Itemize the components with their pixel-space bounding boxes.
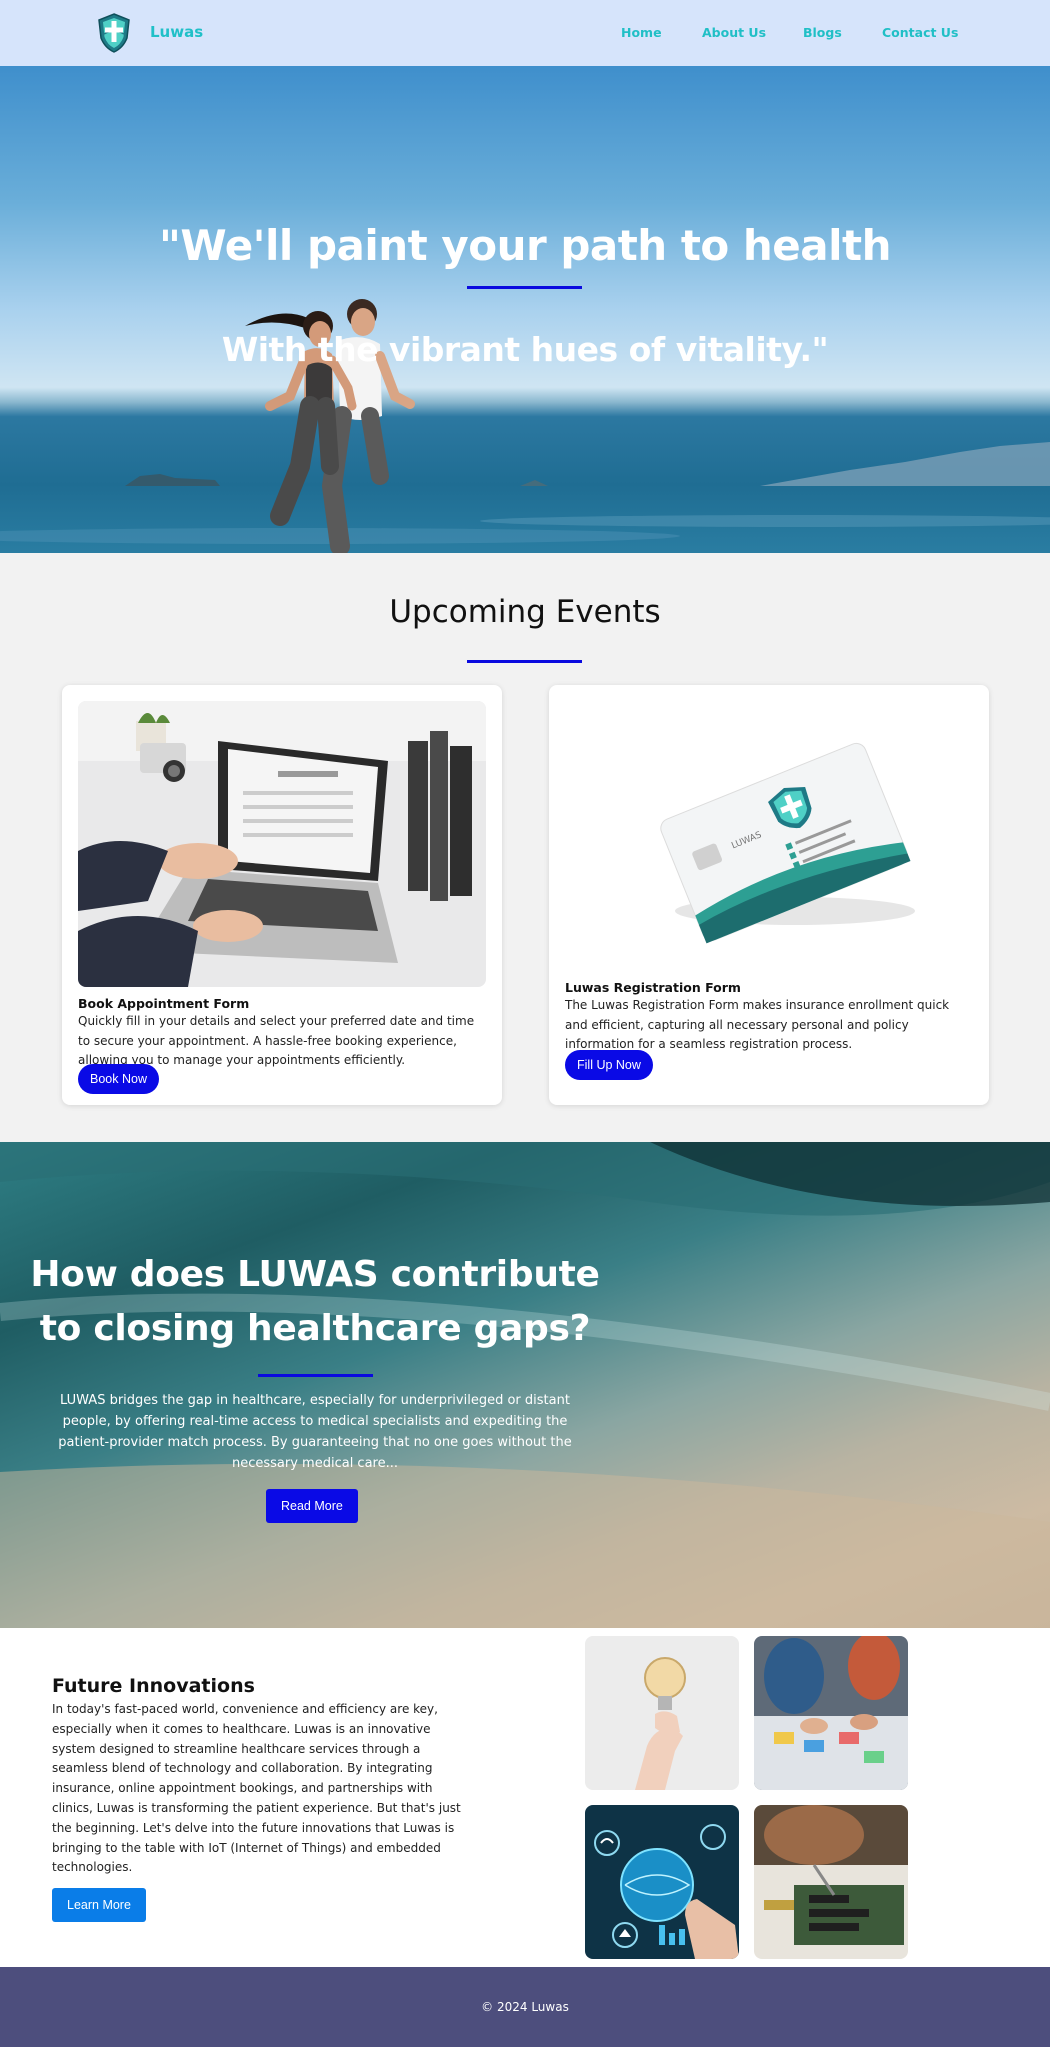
nav-about-us[interactable]: About Us	[702, 25, 766, 40]
card-description: The Luwas Registration Form makes insura…	[565, 998, 950, 1051]
hero-background-image	[0, 442, 1050, 544]
learn-more-button[interactable]: Learn More	[52, 1888, 146, 1922]
team-planning-image	[754, 1636, 908, 1790]
card-title: Book Appointment Form	[78, 996, 250, 1011]
fill-up-now-button[interactable]: Fill Up Now	[565, 1050, 653, 1080]
beach-wave-background	[0, 1142, 1050, 1628]
hero-subheadline: With the vibrant hues of vitality."	[221, 330, 829, 369]
shield-logo-icon[interactable]	[96, 12, 132, 54]
event-card-appointment: Book Appointment Form Quickly fill in yo…	[62, 685, 502, 1105]
iot-globe-image	[585, 1805, 739, 1959]
events-title: Upcoming Events	[389, 594, 661, 630]
innovations-description: In today's fast-paced world, convenience…	[52, 1702, 461, 1875]
footer-copyright: © 2024 Luwas	[481, 2000, 569, 2014]
footer: © 2024 Luwas	[0, 1967, 1050, 2047]
gaps-description: LUWAS bridges the gap in healthcare, esp…	[58, 1393, 572, 1471]
nav-home[interactable]: Home	[621, 25, 662, 40]
laptop-image	[78, 701, 486, 987]
lightbulb-image	[585, 1636, 739, 1790]
top-nav: Luwas Home About Us Blogs Contact Us	[0, 0, 1050, 66]
book-now-button[interactable]: Book Now	[78, 1064, 159, 1094]
read-more-button[interactable]: Read More	[266, 1489, 358, 1523]
innovations-title: Future Innovations	[52, 1675, 255, 1697]
events-divider	[467, 660, 582, 663]
hero-headline: "We'll paint your path to health	[158, 221, 892, 270]
nav-contact-us[interactable]: Contact Us	[882, 25, 958, 40]
gaps-title: How does LUWAS contribute to closing hea…	[30, 1254, 600, 1349]
nav-blogs[interactable]: Blogs	[803, 25, 842, 40]
gaps-divider	[258, 1374, 373, 1377]
future-innovations-section: Future Innovations In today's fast-paced…	[0, 1628, 1050, 1967]
circuit-board-image	[754, 1805, 908, 1959]
brand-name[interactable]: Luwas	[150, 23, 203, 41]
hero-divider	[467, 286, 582, 289]
hero-banner: "We'll paint your path to health With th…	[0, 66, 1050, 553]
card-description: Quickly fill in your details and select …	[78, 1014, 475, 1067]
event-card-registration: LUWAS Luwas Registration Form The Luwas …	[549, 685, 989, 1105]
id-card-image: LUWAS	[565, 701, 973, 987]
card-title: Luwas Registration Form	[565, 980, 741, 995]
healthcare-gaps-section: How does LUWAS contribute to closing hea…	[0, 1142, 1050, 1628]
